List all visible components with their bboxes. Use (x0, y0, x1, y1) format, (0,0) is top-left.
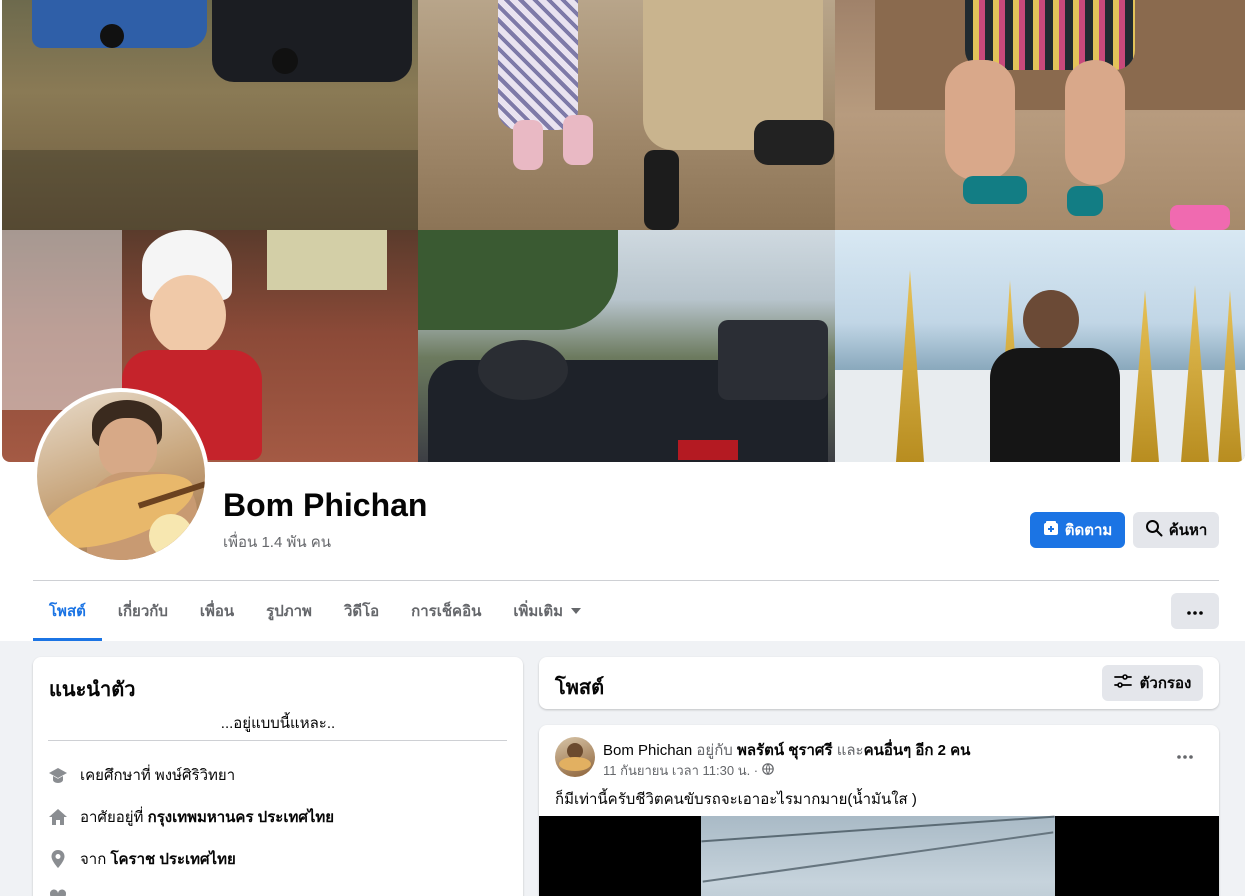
heart-icon (48, 887, 68, 896)
post-video-frame (701, 815, 1055, 896)
tagged-person-link[interactable]: พลรัตน์ ชุราศรี (737, 742, 833, 759)
tab-photos[interactable]: รูปภาพ (250, 581, 328, 641)
cover-tile-cars (2, 0, 418, 230)
more-dots-icon (1187, 602, 1203, 620)
profile-tabs: โพสต์ เกี่ยวกับ เพื่อน รูปภาพ วิดีโอ การ… (33, 581, 597, 641)
profile-name: Bom Phichan (223, 487, 428, 523)
post-author-link[interactable]: Bom Phichan (603, 742, 692, 759)
cover-tile-temple (835, 230, 1245, 462)
search-label: ค้นหา (1168, 522, 1208, 539)
posts-header-card: โพสต์ ตัวกรอง (539, 657, 1219, 709)
search-icon (1145, 519, 1163, 541)
hometown-link[interactable]: โคราช ประเทศไทย (110, 851, 235, 868)
filter-button[interactable]: ตัวกรอง (1102, 665, 1203, 701)
intro-title: แนะนำตัว (49, 679, 136, 701)
filter-label: ตัวกรอง (1139, 675, 1192, 692)
cover-photo[interactable] (2, 0, 1245, 462)
tab-checkins[interactable]: การเช็คอิน (395, 581, 497, 641)
post-card: Bom Phichan อยู่กับ พลรัตน์ ชุราศรี และค… (539, 725, 1219, 896)
search-button[interactable]: ค้นหา (1133, 512, 1219, 548)
profile-picture (37, 392, 205, 560)
info-education: เคยศึกษาที่ พงษ์ศิริวิทยา (48, 763, 235, 787)
follow-label: ติดตาม (1064, 522, 1113, 539)
cover-tile-car-open (418, 230, 835, 462)
more-dots-icon (1177, 746, 1193, 764)
post-author-avatar[interactable] (555, 737, 595, 777)
follow-button[interactable]: ติดตาม (1030, 512, 1125, 548)
intro-card: แนะนำตัว ...อยู่แบบนี้แหละ.. เคยศึกษาที่… (33, 657, 523, 896)
graduation-cap-icon (48, 765, 68, 785)
globe-icon (762, 763, 774, 778)
tab-videos[interactable]: วิดีโอ (328, 581, 395, 641)
home-icon (48, 807, 68, 827)
post-timestamp[interactable]: 11 กันยายน เวลา 11:30 น. · (603, 760, 774, 781)
post-header-line: Bom Phichan อยู่กับ พลรัตน์ ชุราศรี และค… (603, 742, 971, 759)
info-more-hidden (48, 887, 68, 896)
tab-posts[interactable]: โพสต์ (33, 581, 102, 641)
info-current-city: อาศัยอยู่ที่ กรุงเทพมหานคร ประเทศไทย (48, 805, 334, 829)
cover-tile-bench (835, 0, 1245, 230)
location-pin-icon (48, 849, 68, 869)
tab-more[interactable]: เพิ่มเติม (497, 581, 597, 641)
intro-divider (48, 740, 507, 741)
intro-bio: ...อยู่แบบนี้แหละ.. (220, 715, 336, 732)
cover-tile-feet (418, 0, 835, 230)
profile-avatar[interactable] (33, 388, 209, 564)
school-link[interactable]: พงษ์ศิริวิทยา (155, 767, 235, 784)
filter-icon (1113, 673, 1132, 693)
chevron-down-icon (571, 608, 582, 614)
current-city-link[interactable]: กรุงเทพมหานคร ประเทศไทย (148, 809, 334, 826)
post-video[interactable] (539, 815, 1219, 896)
post-more-button[interactable] (1167, 739, 1203, 771)
tab-about[interactable]: เกี่ยวกับ (102, 581, 184, 641)
post-text: ก็มีเท่านี้ครับชีวิตคนขับรถจะเอาอะไรมากม… (555, 791, 917, 808)
profile-more-button[interactable] (1171, 593, 1219, 629)
info-hometown: จาก โคราช ประเทศไทย (48, 847, 236, 871)
follow-icon (1043, 520, 1059, 540)
tab-friends[interactable]: เพื่อน (184, 581, 250, 641)
others-link[interactable]: คนอื่นๆ อีก 2 คน (864, 742, 971, 759)
friends-count[interactable]: เพื่อน 1.4 พัน คน (223, 530, 331, 554)
posts-title: โพสต์ (555, 677, 605, 699)
